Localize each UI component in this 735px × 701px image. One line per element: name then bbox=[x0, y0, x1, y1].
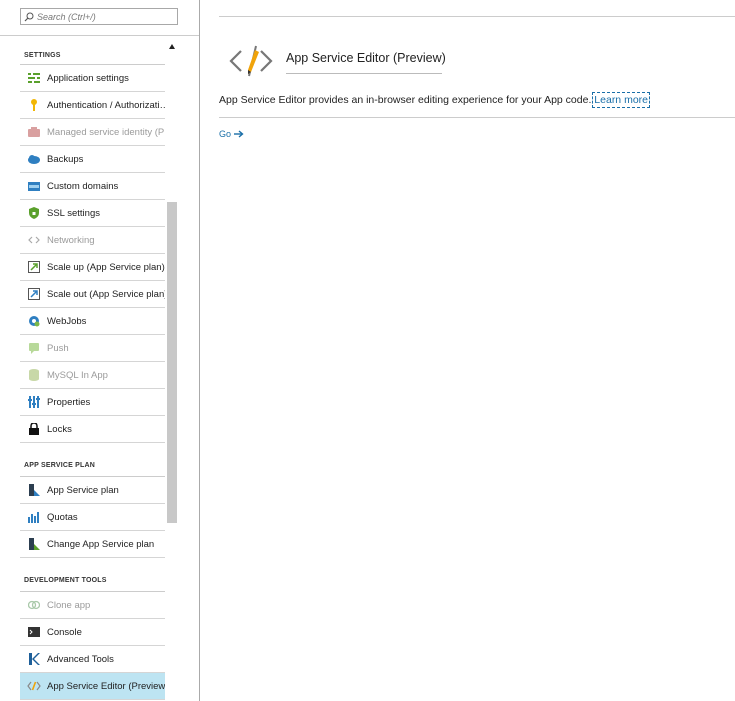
sidebar-item-label: Change App Service plan bbox=[47, 538, 155, 550]
search-box[interactable]: Search (Ctrl+/) bbox=[20, 8, 178, 25]
header-divider bbox=[219, 16, 735, 17]
sidebar-item-custom-domains[interactable]: Custom domains bbox=[20, 173, 165, 200]
sidebar-item-label: Locks bbox=[47, 423, 72, 435]
sidebar-item-label: Custom domains bbox=[47, 180, 119, 192]
blade-divider bbox=[199, 0, 200, 701]
sidebar-item-label: App Service Editor (Preview) bbox=[47, 680, 165, 692]
settings-list-icon bbox=[27, 71, 41, 85]
sidebar-menu: SETTINGS Application settings Authenticati… bbox=[20, 41, 165, 700]
sidebar-item-application-settings[interactable]: Application settings bbox=[20, 65, 165, 92]
scrollbar-thumb[interactable] bbox=[167, 202, 177, 523]
sidebar-item-authentication-authorizati[interactable]: Authentication / Authorizati… bbox=[20, 92, 165, 119]
go-label[interactable]: Go bbox=[219, 129, 231, 139]
sidebar-item-change-app-service-plan[interactable]: Change App Service plan bbox=[20, 531, 165, 558]
sidebar-item-app-service-editor-preview[interactable]: App Service Editor (Preview) bbox=[20, 673, 165, 700]
sidebar-item-label: Application settings bbox=[47, 72, 129, 84]
sidebar-item-properties[interactable]: Properties bbox=[20, 389, 165, 416]
networking-icon bbox=[27, 233, 41, 247]
sidebar-item-networking: Networking bbox=[20, 227, 165, 254]
sidebar-item-label: Advanced Tools bbox=[47, 653, 114, 665]
learn-more-link[interactable]: Learn more bbox=[592, 92, 650, 108]
content-divider bbox=[219, 117, 735, 118]
backup-icon bbox=[27, 152, 41, 166]
sidebar-item-webjobs[interactable]: WebJobs bbox=[20, 308, 165, 335]
sidebar-item-backups[interactable]: Backups bbox=[20, 146, 165, 173]
console-icon bbox=[27, 625, 41, 639]
sidebar-item-label: Push bbox=[47, 342, 69, 354]
section-header: APP SERVICE PLAN bbox=[20, 443, 165, 477]
kudu-icon bbox=[27, 652, 41, 666]
code-editor-icon bbox=[27, 679, 41, 693]
sidebar-item-clone-app: Clone app bbox=[20, 592, 165, 619]
key-icon bbox=[27, 98, 41, 112]
sidebar-item-advanced-tools[interactable]: Advanced Tools bbox=[20, 646, 165, 673]
search-icon bbox=[21, 12, 37, 22]
sidebar-item-console[interactable]: Console bbox=[20, 619, 165, 646]
sidebar-item-label: Backups bbox=[47, 153, 84, 165]
identity-icon bbox=[27, 125, 41, 139]
section-header: SETTINGS bbox=[20, 41, 165, 65]
domain-icon bbox=[27, 179, 41, 193]
code-editor-icon bbox=[227, 43, 275, 79]
sidebar-item-managed-service-identity-p: Managed service identity (P… bbox=[20, 119, 165, 146]
sidebar-item-scale-up-app-service-plan[interactable]: Scale up (App Service plan) bbox=[20, 254, 165, 281]
clone-icon bbox=[27, 598, 41, 612]
sidebar-item-mysql-in-app: MySQL In App bbox=[20, 362, 165, 389]
page-title: App Service Editor (Preview) bbox=[286, 51, 446, 65]
properties-icon bbox=[27, 395, 41, 409]
sidebar-item-label: Scale out (App Service plan) bbox=[47, 288, 165, 300]
quotas-icon bbox=[27, 510, 41, 524]
sidebar-item-label: Properties bbox=[47, 396, 91, 408]
lock-icon bbox=[27, 422, 41, 436]
change-plan-icon bbox=[27, 537, 41, 551]
sidebar-item-app-service-plan[interactable]: App Service plan bbox=[20, 477, 165, 504]
description: App Service Editor provides an in-browse… bbox=[219, 92, 650, 108]
scale-out-icon bbox=[27, 287, 41, 301]
sidebar-item-ssl-settings[interactable]: SSL settings bbox=[20, 200, 165, 227]
shield-icon bbox=[27, 206, 41, 220]
sidebar-item-push: Push bbox=[20, 335, 165, 362]
sidebar: Search (Ctrl+/) SETTINGS Application sett… bbox=[0, 0, 200, 701]
webjobs-icon bbox=[27, 314, 41, 328]
sidebar-item-label: Managed service identity (P… bbox=[47, 126, 165, 138]
sidebar-item-label: Quotas bbox=[47, 511, 78, 523]
search-divider bbox=[0, 35, 199, 36]
push-icon bbox=[27, 341, 41, 355]
mysql-icon bbox=[27, 368, 41, 382]
search-placeholder[interactable]: Search (Ctrl+/) bbox=[37, 12, 96, 22]
app-service-plan-icon bbox=[27, 483, 41, 497]
sidebar-item-locks[interactable]: Locks bbox=[20, 416, 165, 443]
sidebar-item-label: SSL settings bbox=[47, 207, 100, 219]
description-text: App Service Editor provides an in-browse… bbox=[219, 94, 592, 106]
sidebar-item-label: Scale up (App Service plan) bbox=[47, 261, 165, 273]
sidebar-item-label: Console bbox=[47, 626, 82, 638]
sidebar-item-label: MySQL In App bbox=[47, 369, 108, 381]
title-underline bbox=[286, 73, 442, 74]
section-header: DEVELOPMENT TOOLS bbox=[20, 558, 165, 592]
sidebar-item-quotas[interactable]: Quotas bbox=[20, 504, 165, 531]
main-content: App Service Editor (Preview) App Service… bbox=[219, 0, 735, 701]
go-link[interactable]: Go bbox=[219, 129, 244, 139]
sidebar-item-label: WebJobs bbox=[47, 315, 87, 327]
sidebar-item-label: Networking bbox=[47, 234, 95, 246]
sidebar-item-label: App Service plan bbox=[47, 484, 119, 496]
sidebar-item-label: Authentication / Authorizati… bbox=[47, 99, 165, 111]
arrow-right-icon bbox=[234, 130, 244, 138]
sidebar-item-label: Clone app bbox=[47, 599, 91, 611]
sidebar-item-scale-out-app-service-plan[interactable]: Scale out (App Service plan) bbox=[20, 281, 165, 308]
scroll-up-arrow-icon[interactable] bbox=[169, 44, 175, 49]
scale-up-icon bbox=[27, 260, 41, 274]
